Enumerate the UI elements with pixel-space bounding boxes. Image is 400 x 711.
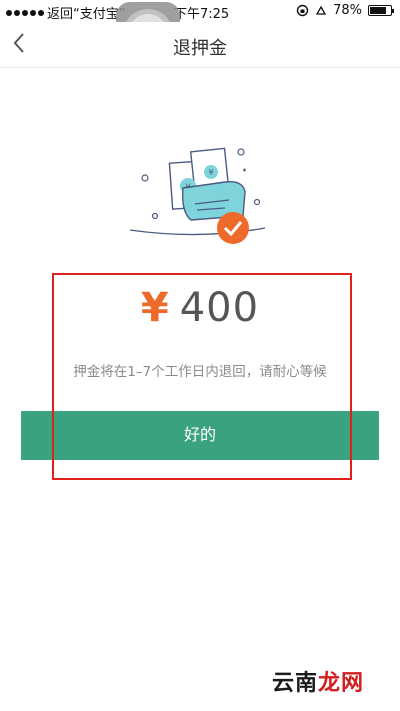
svg-text:¥: ¥: [208, 168, 213, 177]
rotation-lock-icon: [296, 4, 309, 17]
nav-bar: 退押金: [0, 22, 400, 68]
battery-percent: 78%: [333, 3, 362, 18]
refund-money-check-icon: ¥ ¥: [125, 140, 275, 252]
highlight-annotation-box: [52, 273, 352, 480]
status-right: 78%: [296, 3, 394, 18]
battery-icon: [368, 5, 394, 16]
status-bar: 返回“支付宝” 下午7:25 78%: [0, 0, 400, 22]
watermark-text-b: 龙网: [317, 671, 364, 696]
page-title: 退押金: [173, 38, 227, 59]
watermark: 云南龙网: [272, 665, 364, 697]
watermark-text-a: 云南: [271, 671, 318, 696]
signal-icon: [6, 9, 44, 16]
status-time: 下午7:25: [174, 7, 230, 22]
battery-fill: [370, 7, 386, 14]
back-to-app-label[interactable]: 返回“支付宝”: [47, 3, 125, 22]
alarm-icon: [315, 5, 327, 15]
status-left[interactable]: 返回“支付宝”: [6, 3, 125, 22]
